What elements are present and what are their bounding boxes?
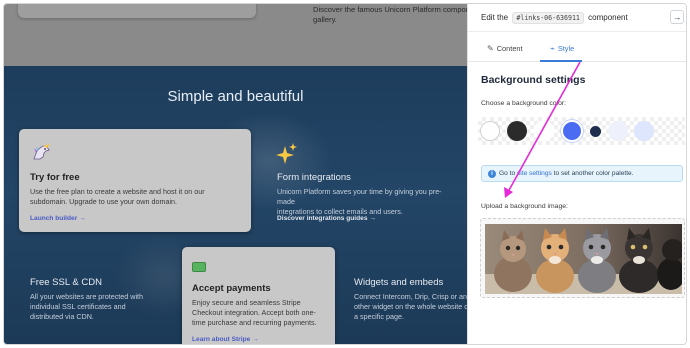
color-swatch-white-2[interactable] [534, 121, 554, 141]
site-settings-link[interactable]: site settings [517, 170, 552, 177]
panel-tabs: ✎ Content ⌁ Style [468, 40, 686, 62]
card-title: Widgets and embeds [354, 277, 444, 288]
launch-builder-link[interactable]: Launch builder → [30, 215, 86, 222]
active-tab-indicator [540, 60, 582, 62]
color-swatch-white[interactable] [480, 121, 500, 141]
tab-label: Content [496, 44, 523, 53]
color-swatch-navy[interactable] [590, 126, 601, 137]
integrations-guides-link[interactable]: Discover integrations guides → [277, 215, 376, 222]
card-text: Enjoy secure and seamless Stripe Checkou… [192, 298, 317, 328]
feature-card-widgets-embeds: Widgets and embeds Connect Intercom, Dri… [343, 247, 467, 344]
pencil-icon: ✎ [487, 44, 494, 53]
color-picker-label: Choose a background color: [481, 100, 567, 107]
panel-title-suffix: component [588, 13, 628, 22]
card-text-line: Checkout integration. Accept both one- [192, 308, 316, 317]
color-swatch-light-blue[interactable] [608, 121, 628, 141]
info-text-after: to set another color palette. [551, 170, 634, 177]
card-text-line: other widget on the whole website o [354, 302, 467, 311]
palette-info-text: Go to site settings to set another color… [499, 170, 634, 177]
card-text-line: individual SSL certificates and [30, 302, 126, 311]
panel-title-prefix: Edit the [481, 13, 509, 22]
tab-label: Style [557, 44, 575, 53]
feature-card-try-for-free: Try for free Use the free plan to create… [19, 129, 251, 232]
info-text-before: Go to [499, 170, 517, 177]
card-text: Unicorn Platform saves your time by givi… [277, 187, 456, 217]
card-text-line: Use the free plan to create a website an… [30, 187, 205, 196]
background-image-uploader[interactable] [480, 218, 685, 298]
close-panel-button[interactable]: → [670, 10, 684, 24]
learn-about-stripe-link[interactable]: Learn about Stripe → [192, 336, 259, 343]
app-window: Discover the famous Unicorn Platform com… [3, 3, 687, 345]
card-text-line: subdomain. Upgrade to use your own domai… [30, 197, 178, 206]
color-swatch-blue[interactable] [563, 122, 581, 140]
card-text-line: All your websites are protected with [30, 292, 144, 301]
kittens-background-image [485, 224, 682, 294]
section-heading: Simple and beautiful [167, 88, 304, 105]
card-text-line: distributed via CDN. [30, 312, 94, 321]
background-color-swatches [478, 117, 685, 145]
previous-section-text: Discover the famous Unicorn Platform com… [313, 5, 467, 25]
previous-section-text-line2: gallery. [313, 15, 337, 24]
card-text: Use the free plan to create a website an… [30, 187, 205, 207]
tab-content[interactable]: ✎ Content [487, 44, 523, 53]
color-swatch-black[interactable] [507, 121, 527, 141]
card-text-line: Enjoy secure and seamless Stripe [192, 298, 301, 307]
card-text-line: Connect Intercom, Drip, Crisp or any [354, 292, 467, 301]
unicorn-icon [33, 144, 50, 160]
card-title: Form integrations [277, 172, 351, 183]
color-swatch-pale-blue[interactable] [634, 121, 654, 141]
card-text: All your websites are protected with ind… [30, 292, 143, 322]
card-title: Try for free [30, 172, 80, 183]
info-icon: i [488, 170, 496, 178]
card-title: Accept payments [192, 283, 271, 294]
sparkles-icon [276, 143, 297, 164]
background-settings-heading: Background settings [481, 74, 586, 86]
component-edit-panel: Edit the #links-06-636911 component → ✎ C… [467, 4, 686, 344]
previous-section-text-line1: Discover the famous Unicorn Platform com… [313, 5, 467, 14]
previous-section-card [18, 4, 256, 18]
palette-info-box: i Go to site settings to set another col… [481, 165, 683, 182]
card-text: Connect Intercom, Drip, Crisp or any oth… [354, 292, 467, 322]
arrow-right-icon: → [672, 12, 682, 22]
page-preview-canvas[interactable]: Discover the famous Unicorn Platform com… [4, 4, 467, 344]
card-text-line: a specific page. [354, 312, 404, 321]
feature-card-ssl-cdn: Free SSL & CDN All your websites are pro… [19, 247, 179, 344]
brush-icon: ⌁ [550, 44, 555, 53]
card-title: Free SSL & CDN [30, 277, 102, 288]
component-id-chip: #links-06-636911 [512, 12, 584, 24]
tab-style[interactable]: ⌁ Style [550, 44, 574, 53]
card-text-line: Unicorn Platform saves your time by givi… [277, 187, 442, 206]
card-text-line: time purchase and recurring payments. [192, 318, 317, 327]
panel-title: Edit the #links-06-636911 component [481, 12, 628, 24]
upload-image-label: Upload a background image: [481, 203, 568, 210]
money-icon [192, 262, 206, 272]
panel-header: Edit the #links-06-636911 component → [468, 4, 686, 32]
